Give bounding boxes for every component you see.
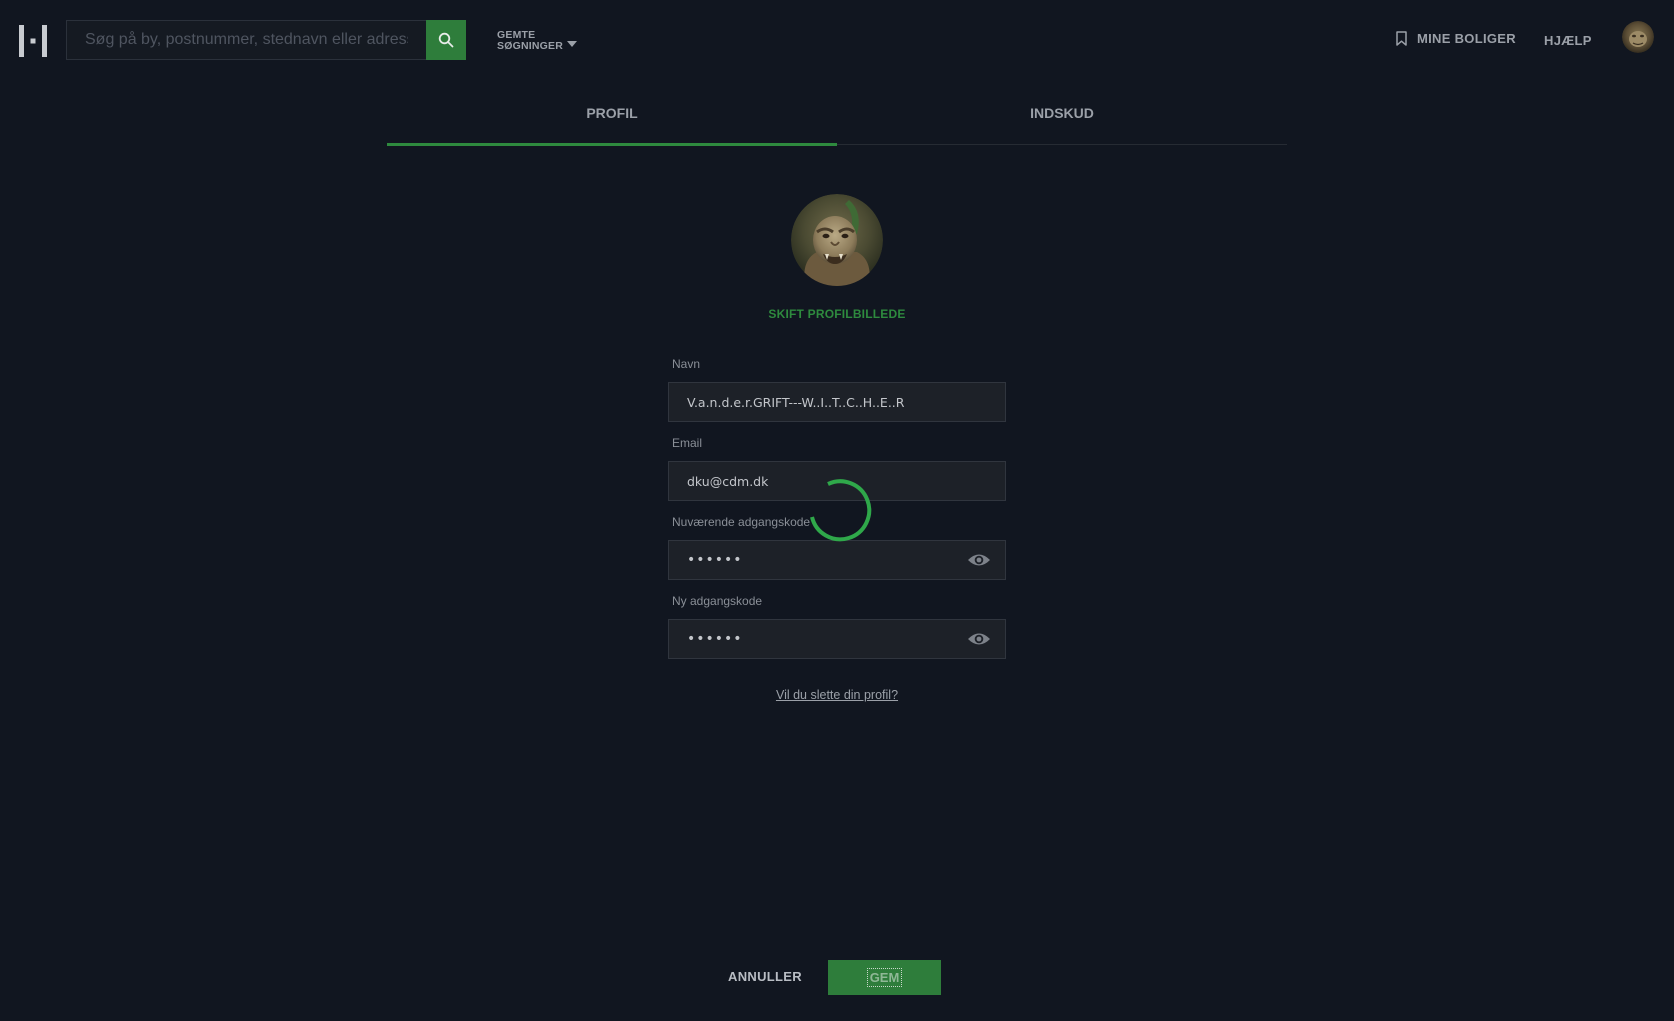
save-button[interactable]: GEM	[828, 960, 941, 995]
search-input[interactable]	[66, 20, 426, 60]
name-label: Navn	[672, 357, 701, 371]
logo-icon[interactable]	[19, 25, 47, 57]
saved-searches-dropdown[interactable]: GEMTE SØGNINGER	[497, 30, 577, 51]
top-navigation-bar: GEMTE SØGNINGER MINE BOLIGER HJÆLP	[0, 0, 1674, 82]
profile-tabs: PROFIL INDSKUD	[387, 93, 1287, 146]
save-button-label: GEM	[866, 968, 903, 987]
change-profile-picture-link[interactable]: SKIFT PROFILBILLEDE	[0, 307, 1674, 321]
search-button[interactable]	[426, 20, 466, 60]
search-icon	[438, 32, 454, 48]
avatar-image	[1622, 21, 1654, 53]
my-homes-label: MINE BOLIGER	[1417, 31, 1516, 46]
delete-profile-link[interactable]: Vil du slette din profil?	[0, 688, 1674, 702]
saved-searches-label: GEMTE SØGNINGER	[497, 30, 565, 51]
email-label: Email	[672, 436, 703, 450]
my-homes-link[interactable]: MINE BOLIGER	[1396, 31, 1516, 46]
eye-icon[interactable]	[967, 631, 991, 647]
new-password-label: Ny adgangskode	[672, 594, 763, 608]
bookmark-icon	[1396, 31, 1407, 46]
profile-avatar-image	[791, 194, 883, 286]
current-password-label: Nuværende adgangskode	[672, 515, 811, 529]
saved-searches-label-line2: SØGNINGER	[497, 39, 563, 52]
eye-icon[interactable]	[967, 552, 991, 568]
profile-avatar[interactable]	[791, 194, 883, 286]
loading-spinner-icon	[810, 479, 872, 542]
current-password-field[interactable]	[668, 540, 1006, 580]
tab-indskud[interactable]: INDSKUD	[837, 93, 1287, 145]
saved-searches-label-line1: GEMTE	[497, 29, 536, 41]
search-bar	[66, 20, 466, 60]
new-password-field[interactable]	[668, 619, 1006, 659]
cancel-button[interactable]: ANNULLER	[728, 969, 802, 984]
name-field[interactable]	[668, 382, 1006, 422]
chevron-down-icon	[567, 40, 577, 47]
help-link[interactable]: HJÆLP	[1544, 33, 1592, 48]
user-avatar[interactable]	[1622, 21, 1654, 53]
tab-profil[interactable]: PROFIL	[387, 93, 837, 146]
